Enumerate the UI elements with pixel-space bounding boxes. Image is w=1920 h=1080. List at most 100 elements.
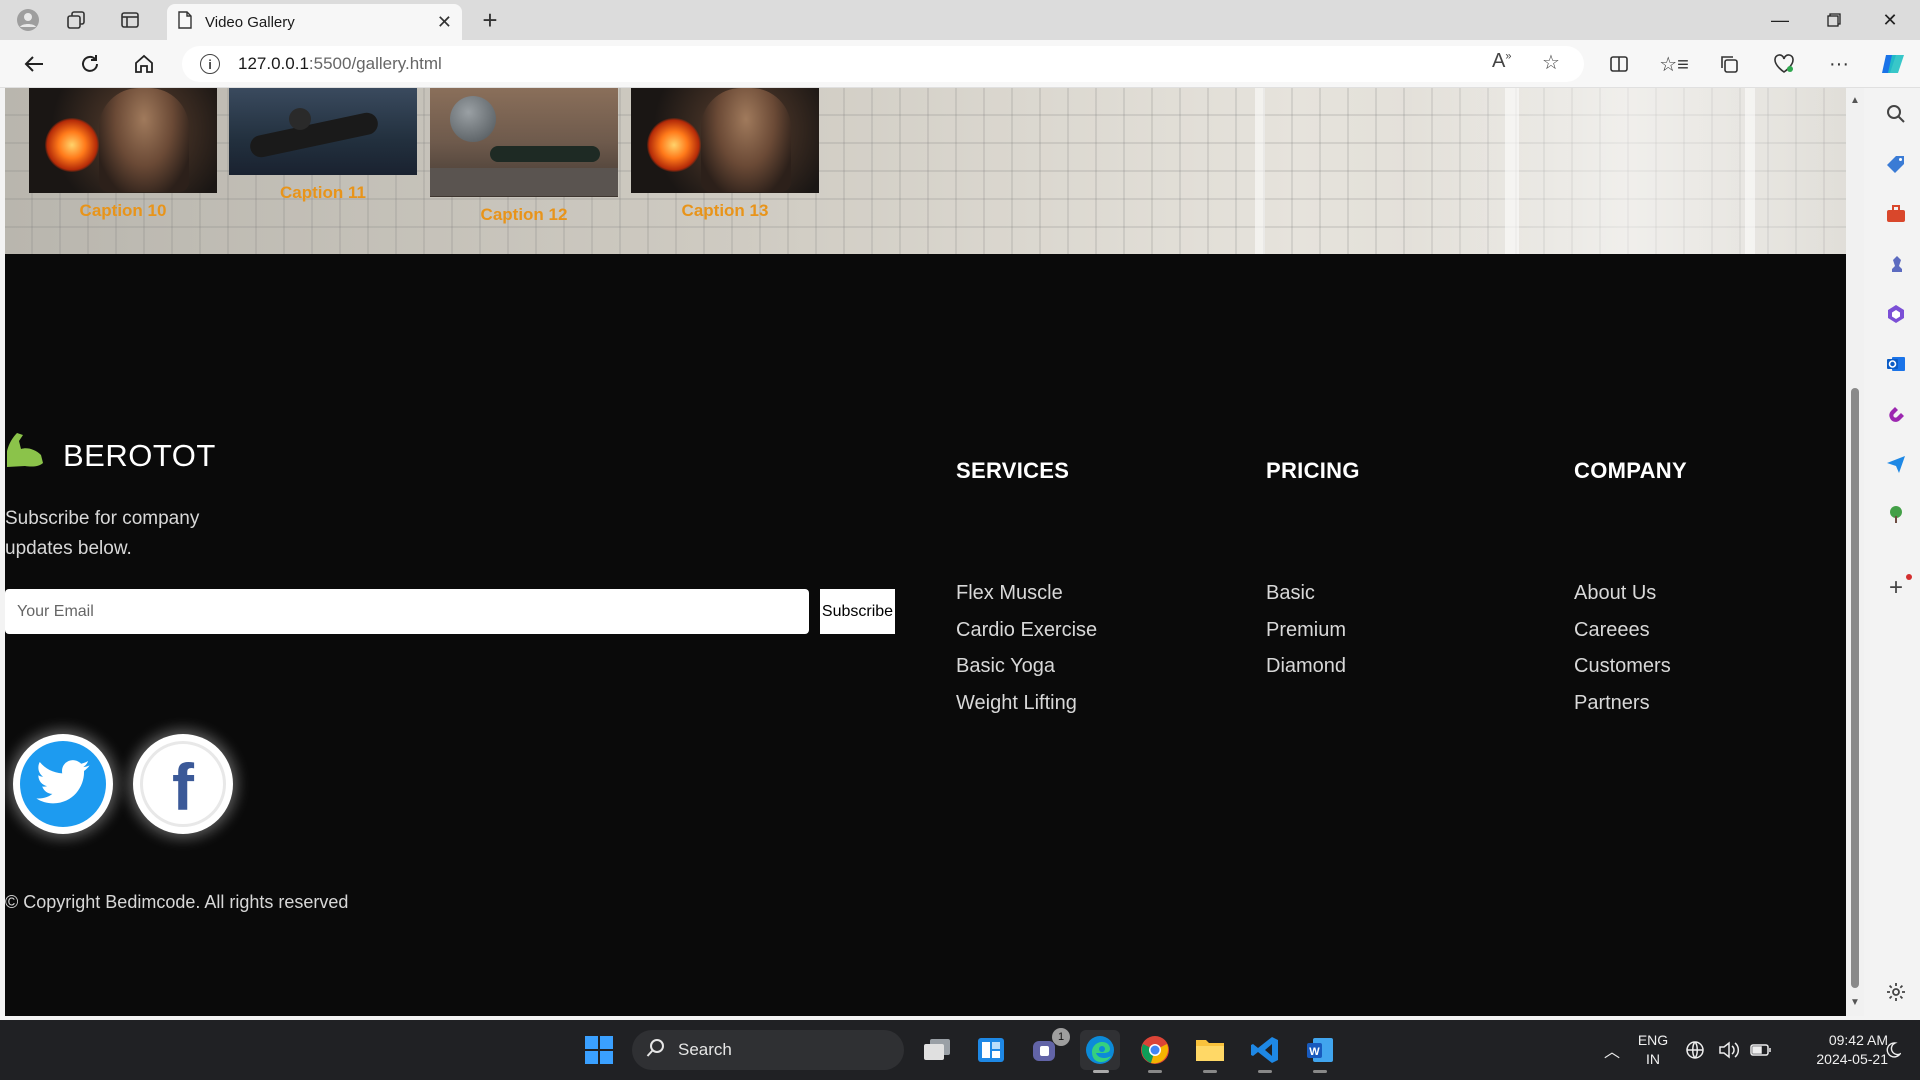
scroll-thumb[interactable] bbox=[1851, 388, 1859, 988]
thumbnail-yoga[interactable] bbox=[430, 88, 618, 197]
svg-text:W: W bbox=[1309, 1046, 1320, 1058]
url-text: 127.0.0.1:5500/gallery.html bbox=[238, 54, 442, 73]
caption: Caption 11 bbox=[280, 183, 366, 202]
show-hidden-icons-icon[interactable]: ︿ bbox=[1592, 1030, 1632, 1070]
more-menu-icon[interactable]: ··· bbox=[1824, 50, 1854, 78]
home-icon[interactable] bbox=[128, 49, 160, 79]
company-list: About Us Careees Customers Partners bbox=[1574, 582, 1671, 728]
settings-gear-icon[interactable] bbox=[1882, 978, 1910, 1006]
network-icon[interactable] bbox=[1682, 1030, 1708, 1070]
twitter-link[interactable] bbox=[13, 734, 113, 834]
windows-start-icon[interactable] bbox=[579, 1030, 619, 1070]
back-icon[interactable] bbox=[18, 49, 50, 79]
caption: Caption 13 bbox=[681, 201, 769, 220]
athlete-shape bbox=[701, 88, 791, 192]
flexed-arm-logo-icon[interactable] bbox=[5, 429, 45, 469]
notification-dot-icon bbox=[1906, 574, 1912, 580]
services-link[interactable]: Cardio Exercise bbox=[956, 619, 1097, 656]
company-link[interactable]: About Us bbox=[1574, 582, 1671, 619]
pricing-list: Basic Premium Diamond bbox=[1266, 582, 1346, 692]
tree-icon[interactable] bbox=[1882, 500, 1910, 528]
clock[interactable]: 09:42 AM 2024-05-21 bbox=[1784, 1020, 1888, 1080]
read-aloud-icon[interactable]: A» bbox=[1492, 50, 1511, 73]
minimize-icon[interactable]: — bbox=[1760, 6, 1800, 34]
scroll-down-icon[interactable]: ▼ bbox=[1849, 996, 1861, 1008]
region-code: IN bbox=[1646, 1051, 1660, 1067]
focus-moon-icon[interactable] bbox=[1878, 1030, 1908, 1070]
refresh-icon[interactable] bbox=[74, 49, 106, 79]
copyright-text: © Copyright Bedimcode. All rights reserv… bbox=[5, 892, 349, 912]
email-input[interactable] bbox=[5, 589, 809, 634]
site-info-icon[interactable]: i bbox=[200, 54, 220, 74]
browser-essentials-icon[interactable] bbox=[1769, 50, 1799, 78]
close-window-icon[interactable]: ✕ bbox=[1870, 6, 1910, 34]
subscribe-button[interactable]: Subscribe bbox=[820, 589, 895, 634]
pricing-link[interactable]: Basic bbox=[1266, 582, 1346, 619]
tab-bar: Video Gallery ✕ + — ✕ bbox=[0, 0, 1920, 40]
vertical-tabs-icon[interactable] bbox=[116, 6, 144, 34]
magnet-icon[interactable] bbox=[1882, 400, 1910, 428]
file-explorer-icon[interactable] bbox=[1190, 1030, 1230, 1070]
widgets-icon[interactable] bbox=[971, 1030, 1011, 1070]
workspaces-icon[interactable] bbox=[62, 6, 90, 34]
language-code: ENG bbox=[1637, 1032, 1669, 1048]
services-link[interactable]: Weight Lifting bbox=[956, 692, 1097, 729]
tab-video-gallery[interactable]: Video Gallery ✕ bbox=[167, 4, 462, 40]
battery-icon[interactable] bbox=[1748, 1030, 1774, 1070]
fire-ring-shape bbox=[45, 118, 99, 172]
teams-chat-icon[interactable]: 1 bbox=[1026, 1028, 1070, 1070]
split-screen-icon[interactable] bbox=[1604, 50, 1634, 78]
edge-sidebar: + bbox=[1872, 88, 1920, 1016]
gallery-section: Caption 10 Caption 11 Caption 12 Caption… bbox=[5, 88, 1846, 254]
subscribe-description: Subscribe for company updates below. bbox=[5, 508, 200, 559]
pricing-link[interactable]: Diamond bbox=[1266, 655, 1346, 692]
send-icon[interactable] bbox=[1882, 450, 1910, 478]
company-link[interactable]: Careees bbox=[1574, 619, 1671, 656]
twitter-icon bbox=[20, 741, 106, 827]
services-link[interactable]: Basic Yoga bbox=[956, 655, 1097, 692]
services-heading: SERVICES bbox=[956, 458, 1070, 483]
chrome-icon[interactable] bbox=[1135, 1030, 1175, 1070]
scroll-up-icon[interactable]: ▲ bbox=[1849, 94, 1861, 106]
favorite-star-icon[interactable]: ☆ bbox=[1542, 50, 1560, 75]
outlook-icon[interactable] bbox=[1882, 350, 1910, 378]
close-tab-icon[interactable]: ✕ bbox=[437, 12, 452, 33]
new-tab-button[interactable]: + bbox=[476, 5, 504, 35]
volume-icon[interactable] bbox=[1716, 1030, 1742, 1070]
caption: Caption 12 bbox=[480, 205, 568, 224]
language-indicator[interactable]: ENG IN bbox=[1632, 1020, 1674, 1080]
services-link[interactable]: Flex Muscle bbox=[956, 582, 1097, 619]
brand-name[interactable]: BEROTOT bbox=[63, 438, 216, 474]
collections-icon[interactable] bbox=[1714, 50, 1744, 78]
games-icon[interactable] bbox=[1882, 250, 1910, 278]
edge-browser-icon[interactable] bbox=[1080, 1030, 1120, 1070]
tools-icon[interactable] bbox=[1882, 200, 1910, 228]
company-link[interactable]: Customers bbox=[1574, 655, 1671, 692]
vscode-icon[interactable] bbox=[1245, 1030, 1285, 1070]
copilot-icon[interactable] bbox=[1878, 50, 1908, 78]
microsoft-365-icon[interactable] bbox=[1882, 300, 1910, 328]
head-shape bbox=[289, 108, 311, 130]
taskbar-search[interactable]: Search bbox=[632, 1030, 904, 1070]
favorites-icon[interactable]: ☆≡ bbox=[1659, 50, 1689, 78]
restore-icon[interactable] bbox=[1814, 6, 1854, 34]
word-icon[interactable]: W bbox=[1300, 1030, 1340, 1070]
thumbnail-pushup[interactable] bbox=[229, 88, 417, 175]
page-scrollbar[interactable]: ▲ ▼ bbox=[1846, 88, 1864, 1016]
thumbnail-fire-athlete[interactable] bbox=[631, 88, 819, 193]
url-field[interactable]: i 127.0.0.1:5500/gallery.html A» ☆ bbox=[182, 46, 1584, 82]
caption: Caption 10 bbox=[79, 201, 167, 220]
thumbnail-fire-athlete[interactable] bbox=[29, 88, 217, 193]
facebook-link[interactable]: f bbox=[133, 734, 233, 834]
search-label: Search bbox=[678, 1040, 732, 1059]
profile-icon[interactable] bbox=[14, 6, 42, 34]
search-icon bbox=[646, 1038, 666, 1063]
add-sidebar-app-icon[interactable]: + bbox=[1882, 574, 1912, 602]
athlete-shape bbox=[99, 88, 189, 192]
shopping-tag-icon[interactable] bbox=[1882, 150, 1910, 178]
task-view-icon[interactable] bbox=[917, 1030, 957, 1070]
company-link[interactable]: Partners bbox=[1574, 692, 1671, 729]
page-icon bbox=[177, 10, 193, 34]
pricing-link[interactable]: Premium bbox=[1266, 619, 1346, 656]
search-icon[interactable] bbox=[1882, 100, 1910, 128]
